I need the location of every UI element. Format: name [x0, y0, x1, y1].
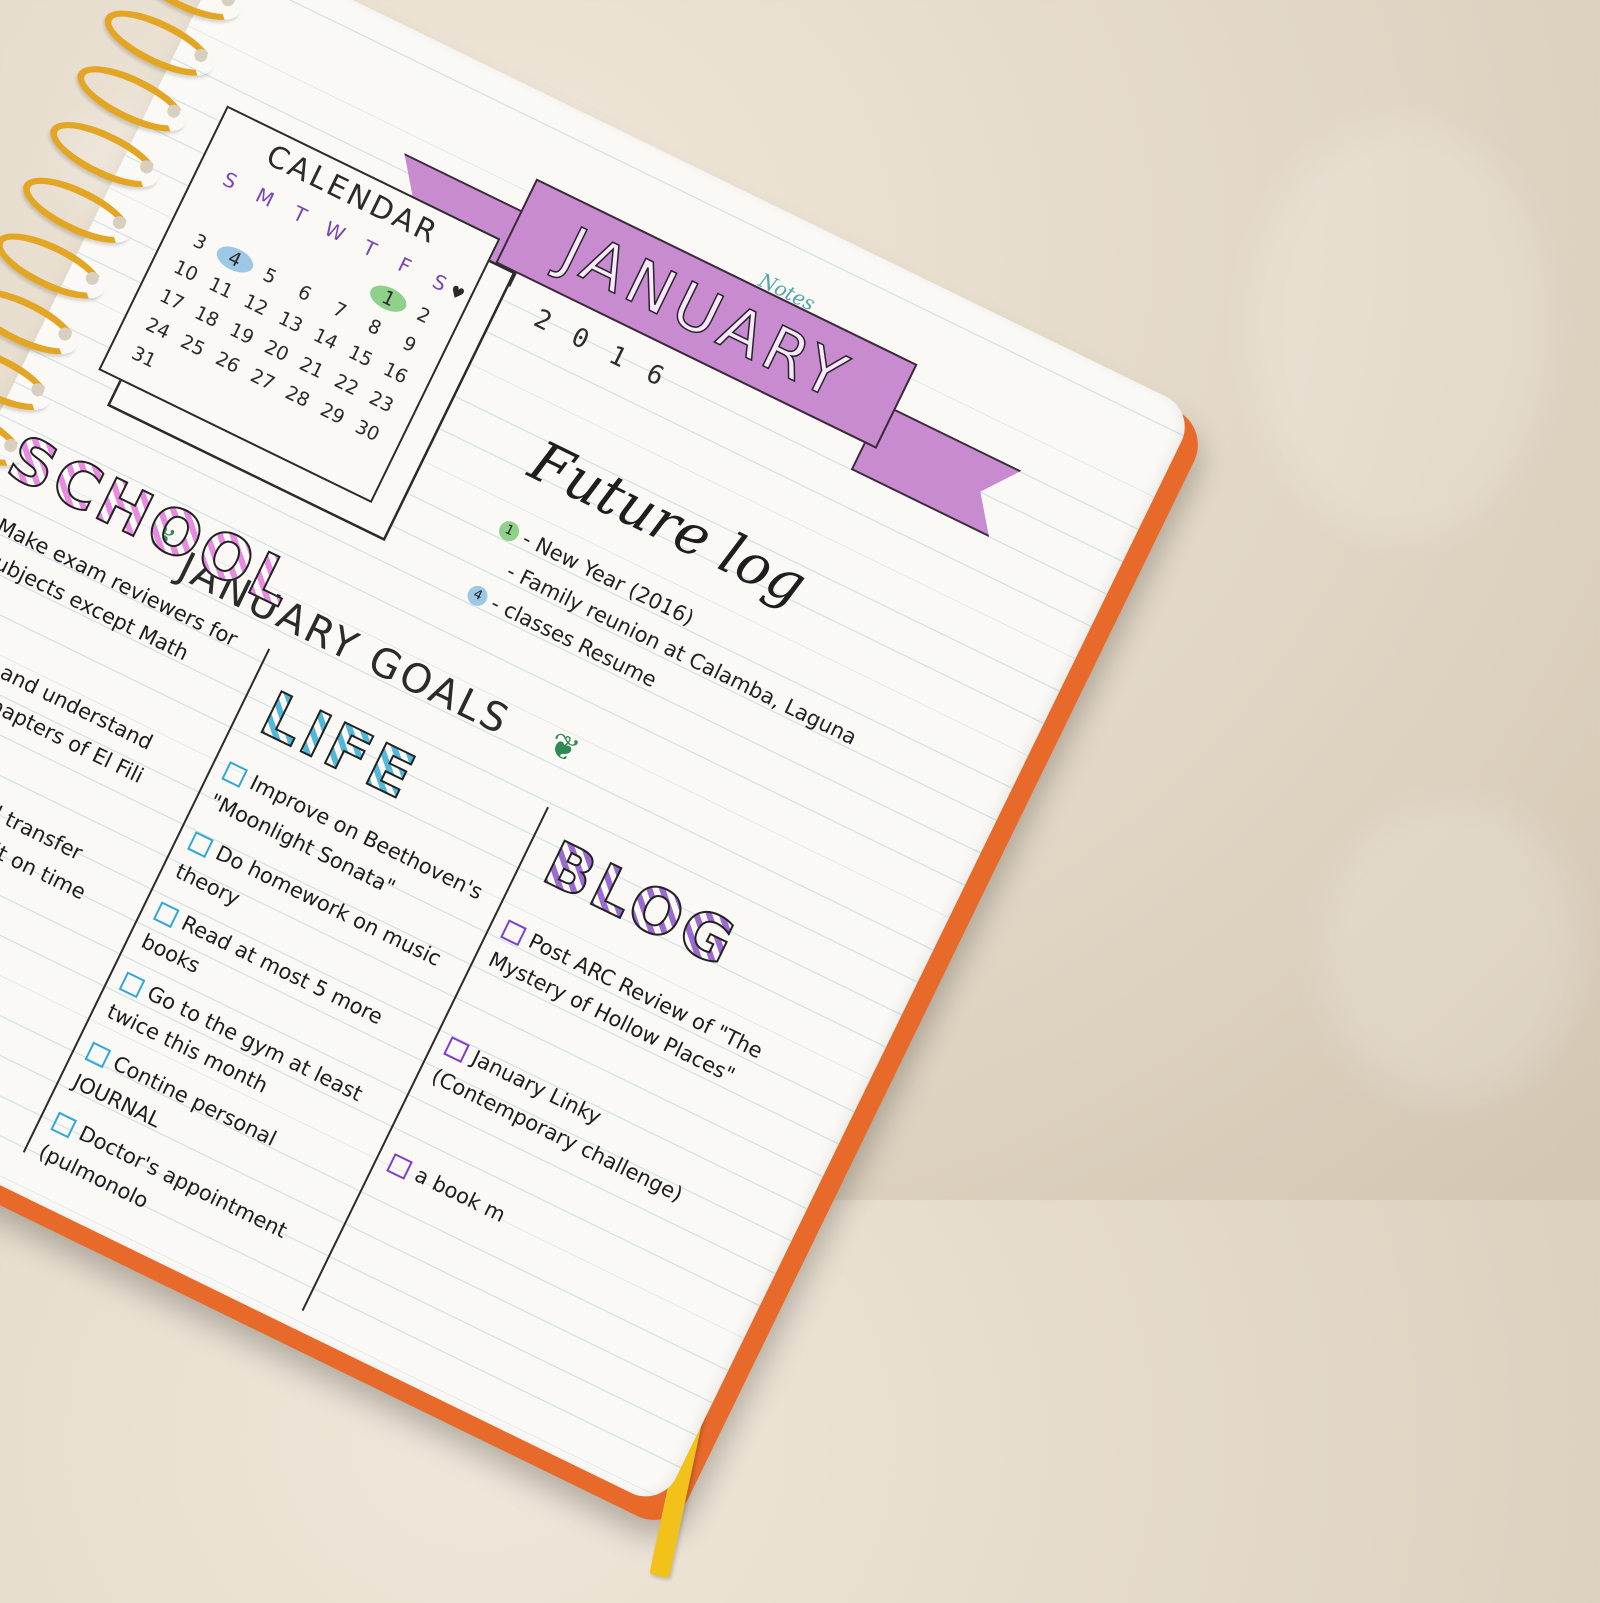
- calendar-day: [331, 441, 376, 478]
- checkbox-icon: [443, 1036, 470, 1063]
- calendar-box: CALENDAR SMTWTFS ♥ 1 2 3 4 5 6 7 8 9 10 11 12 13 14 15…: [98, 105, 501, 504]
- checkbox-icon: [386, 1153, 413, 1180]
- calendar-day: 23: [365, 386, 397, 418]
- checkbox-icon: [221, 761, 249, 788]
- checkbox-icon: [50, 1111, 78, 1139]
- cloth-fold: [1250, 120, 1550, 540]
- photo-background: { "colors": { "banner": "#c98bd0", "scho…: [0, 0, 1600, 1579]
- date-marker: [480, 550, 507, 577]
- date-marker: 4: [464, 582, 491, 610]
- calendar-day: 2: [413, 303, 434, 329]
- checkbox-icon: [500, 919, 527, 947]
- calendar-grid: 1 2 3 4 5 6 7 8 9 10 11 12 13 14 15 16 17 18 19 20 21 22 23 24 2…: [121, 195, 445, 478]
- school-task-text: complete all transfer tasks and submit o…: [0, 747, 90, 905]
- cloth-fold: [1320, 800, 1580, 1100]
- checkbox-icon: [152, 901, 180, 929]
- checkbox-icon: [118, 971, 146, 999]
- calendar-day: 3: [189, 229, 211, 255]
- checkbox-icon: [187, 831, 214, 858]
- calendar-day: 9: [399, 332, 420, 358]
- school-task-text: Study and understand last few chapters o…: [0, 631, 157, 788]
- calendar-day: 30: [351, 415, 383, 447]
- bullet-journal-notebook: Notes JANUARY 2016 CALENDAR SMTWTFS ♥ 12…: [0, 0, 1273, 1579]
- calendar-day: 16: [379, 358, 412, 389]
- month-title: JANUARY: [549, 212, 864, 416]
- blog-task-text: a book m: [410, 1162, 510, 1228]
- leaf-sprig-icon: ❦: [542, 723, 586, 773]
- date-marker: 1: [495, 517, 523, 545]
- checkbox-icon: [84, 1041, 112, 1069]
